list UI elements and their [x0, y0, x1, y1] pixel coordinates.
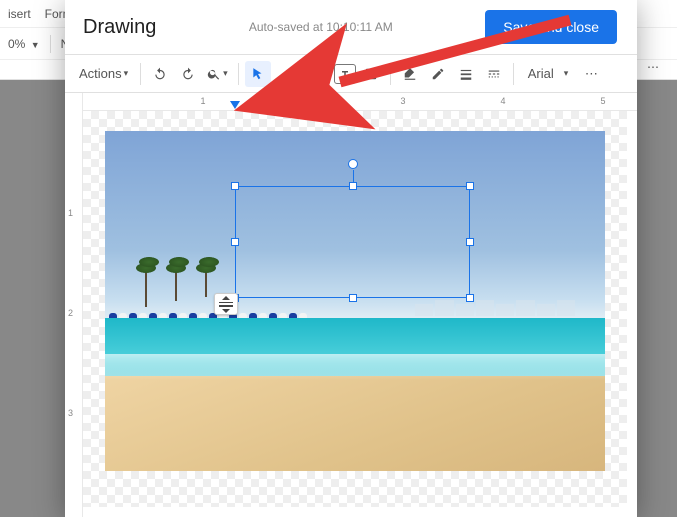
- border-weight-icon[interactable]: [453, 61, 479, 87]
- drawing-canvas[interactable]: [83, 111, 627, 507]
- select-tool[interactable]: [245, 61, 271, 87]
- divider: [140, 63, 141, 85]
- divider: [238, 63, 239, 85]
- drawing-toolbar: Actions▾ ▾ ▾ ▾: [65, 55, 637, 93]
- text-box-selection[interactable]: [235, 186, 470, 298]
- undo-icon[interactable]: [147, 61, 173, 87]
- resize-handle-s[interactable]: [349, 294, 357, 302]
- divider: [50, 35, 51, 53]
- autosave-status: Auto-saved at 10:10:11 AM: [249, 20, 393, 34]
- modal-header: Drawing Auto-saved at 10:10:11 AM Save a…: [65, 0, 637, 54]
- resize-handle-se[interactable]: [466, 294, 474, 302]
- line-tool[interactable]: ▾: [273, 61, 302, 87]
- text-box-tool[interactable]: [334, 64, 356, 84]
- ruler-indent-marker[interactable]: [230, 101, 240, 109]
- palm-tree: [145, 267, 147, 307]
- vertical-ruler[interactable]: 1 2 3: [65, 93, 83, 517]
- modal-title: Drawing: [83, 16, 156, 39]
- resize-handle-w[interactable]: [231, 238, 239, 246]
- save-and-close-button[interactable]: Save and close: [485, 10, 617, 44]
- more-icon[interactable]: ⋯: [647, 60, 659, 74]
- redo-icon[interactable]: [175, 61, 201, 87]
- city-skyline: [415, 298, 575, 316]
- shape-tool[interactable]: ▾: [303, 61, 332, 87]
- font-select[interactable]: Arial▾: [520, 61, 577, 87]
- fill-color-icon[interactable]: [397, 61, 423, 87]
- more-toolbar-icon[interactable]: ⋯: [578, 61, 604, 87]
- zoom-menu[interactable]: ▾: [203, 61, 232, 87]
- border-color-icon[interactable]: [425, 61, 451, 87]
- menu-insert[interactable]: isert: [8, 7, 31, 21]
- zoom-level[interactable]: 0% ▼: [8, 37, 40, 51]
- rotate-handle[interactable]: [348, 159, 358, 169]
- drawing-modal: Drawing Auto-saved at 10:10:11 AM Save a…: [65, 0, 637, 517]
- canvas-area: 1 2 3 1 2 3 4 5: [65, 93, 637, 517]
- sand-region: [105, 376, 605, 471]
- autofit-indicator[interactable]: [214, 293, 238, 315]
- palm-tree: [175, 267, 177, 301]
- resize-handle-ne[interactable]: [466, 182, 474, 190]
- image-tool[interactable]: [358, 61, 384, 87]
- palm-tree: [205, 267, 207, 297]
- actions-menu[interactable]: Actions▾: [73, 61, 134, 87]
- resize-handle-nw[interactable]: [231, 182, 239, 190]
- divider: [513, 63, 514, 85]
- horizontal-ruler[interactable]: 1 2 3 4 5: [83, 93, 637, 111]
- border-dash-icon[interactable]: [481, 61, 507, 87]
- divider: [390, 63, 391, 85]
- resize-handle-e[interactable]: [466, 238, 474, 246]
- resize-handle-n[interactable]: [349, 182, 357, 190]
